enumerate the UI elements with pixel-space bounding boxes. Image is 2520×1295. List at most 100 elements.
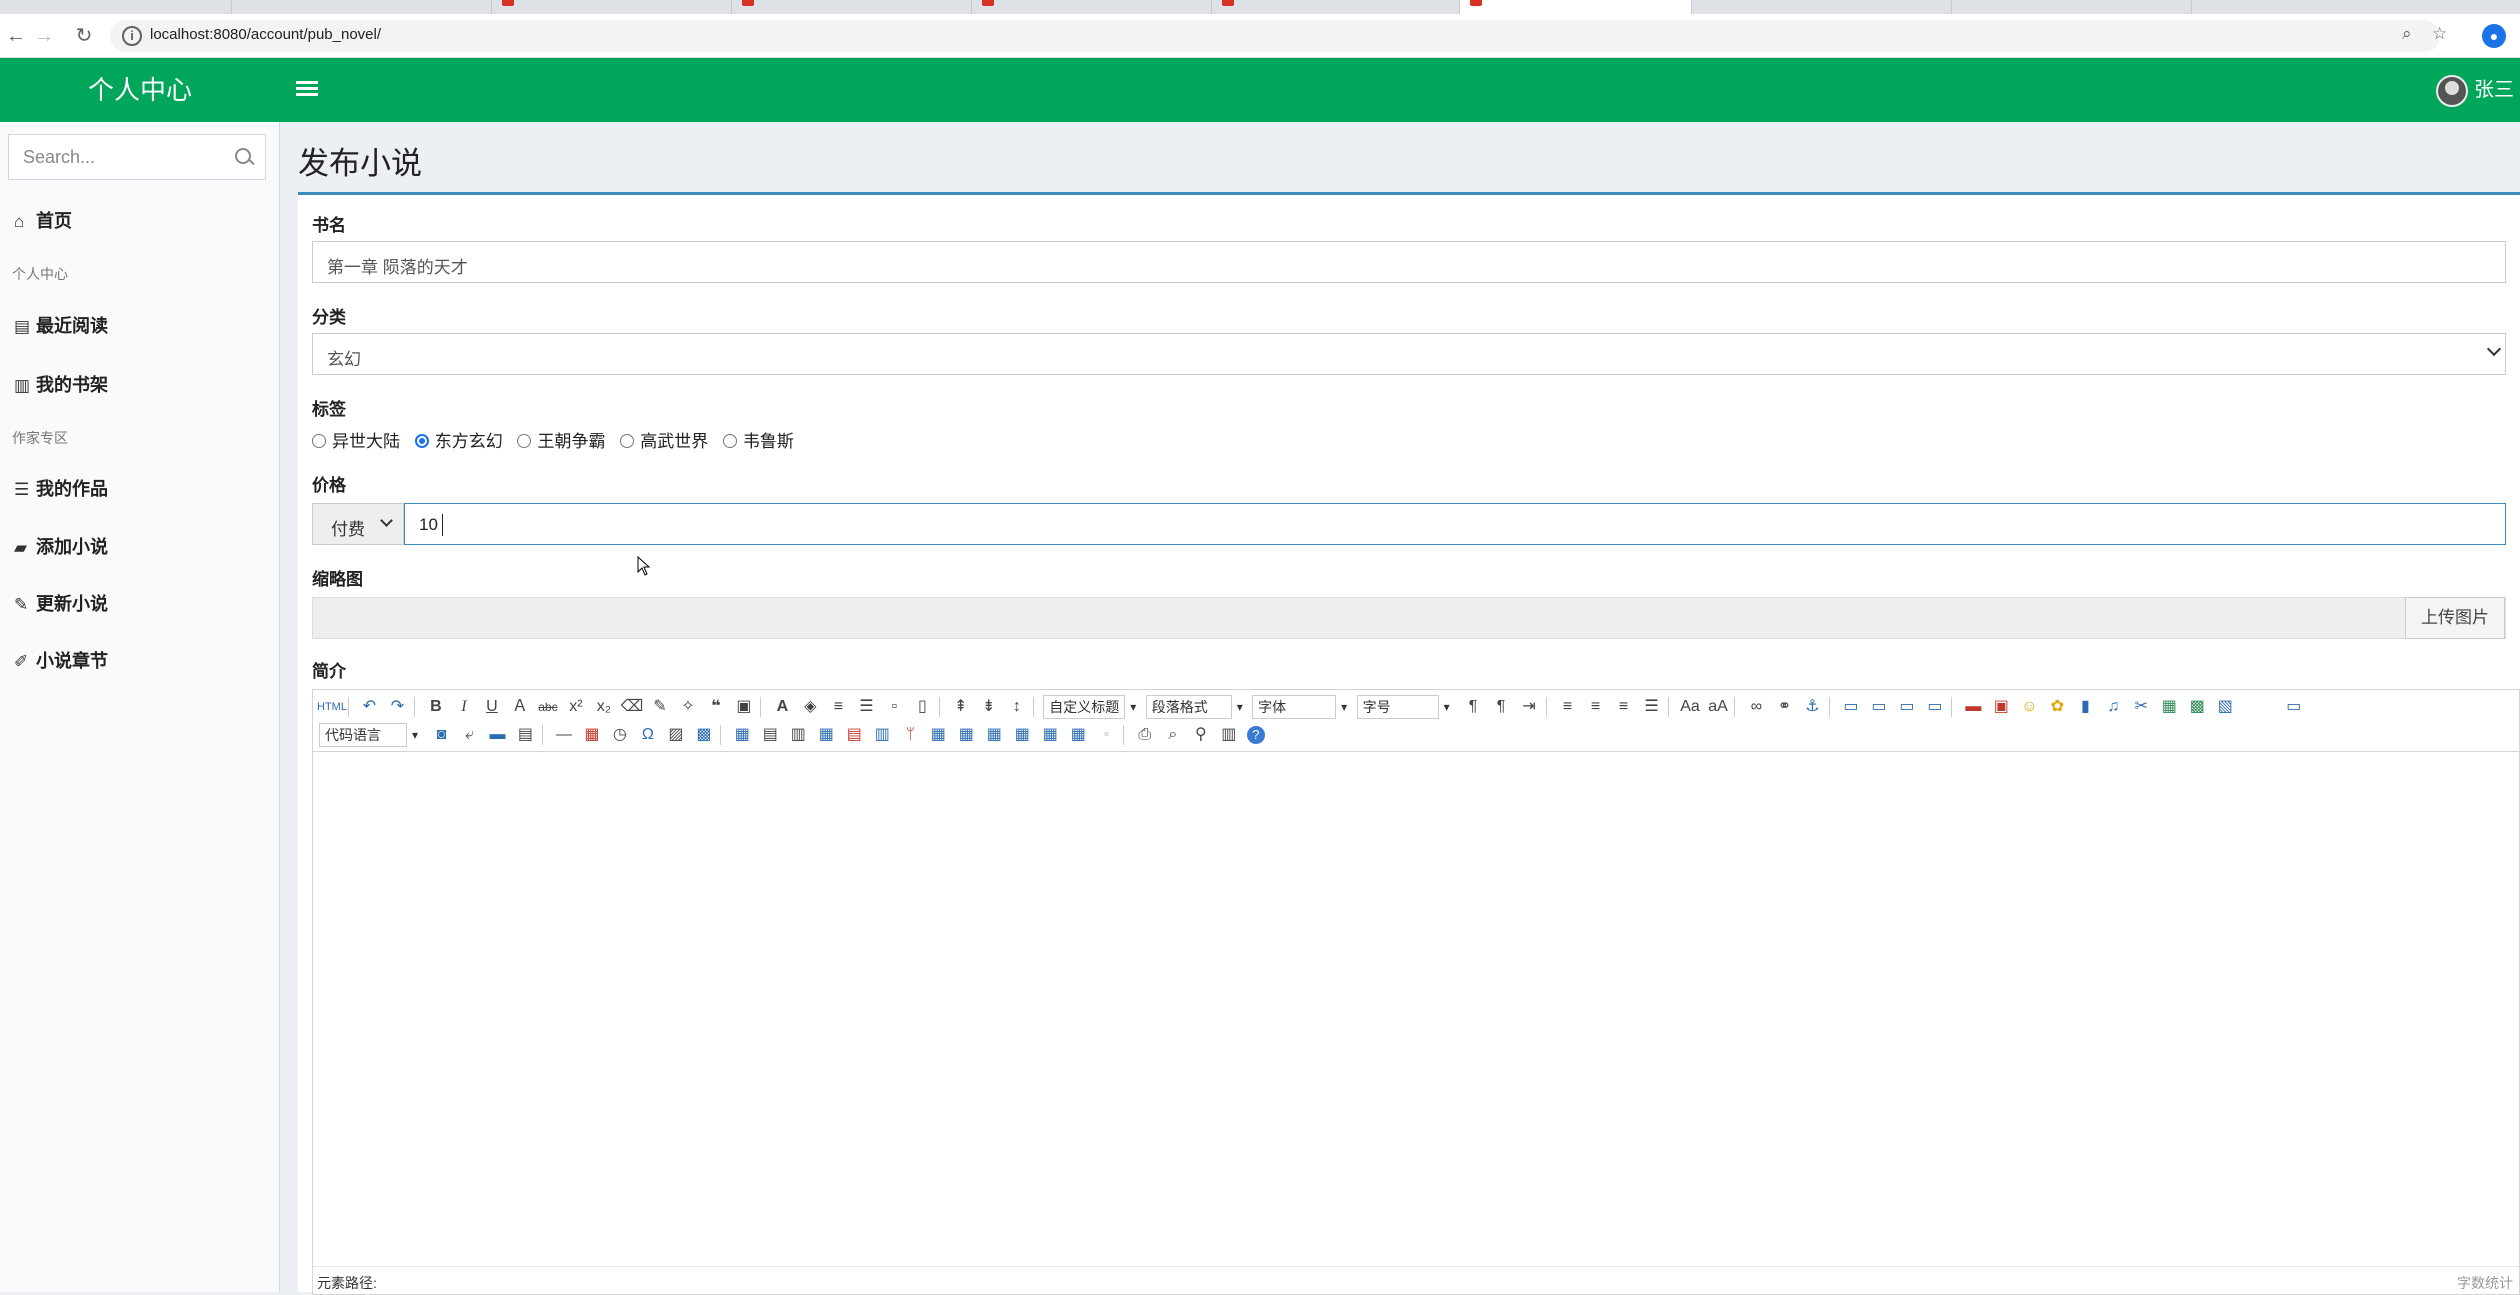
- price-type-select[interactable]: 付费: [312, 503, 404, 545]
- tag-radio[interactable]: 异世大陆: [312, 427, 400, 452]
- delete-col-icon[interactable]: ᛘ: [896, 722, 924, 748]
- scrawl-icon[interactable]: ✿: [2043, 694, 2071, 720]
- sidebar-item-my-works[interactable]: ☰ 我的作品: [14, 474, 108, 504]
- tag-radio[interactable]: 王朝争霸: [517, 427, 605, 452]
- link-icon[interactable]: ∞: [1742, 694, 1770, 720]
- upload-image-button[interactable]: 上传图片: [2405, 597, 2505, 639]
- background-color-icon[interactable]: ◈: [796, 694, 824, 720]
- unlink-icon[interactable]: ⚭: [1770, 694, 1798, 720]
- preview-icon[interactable]: ▭: [2280, 694, 2308, 720]
- lowercase-icon[interactable]: aA: [1704, 694, 1732, 720]
- split-cells-icon[interactable]: ▦: [1008, 722, 1036, 748]
- zoom-icon[interactable]: ⌕: [2402, 24, 2412, 44]
- browser-profile-icon[interactable]: ●: [2482, 24, 2506, 48]
- insert-row-icon[interactable]: ▦: [812, 722, 840, 748]
- insert-code-icon[interactable]: ◙: [427, 722, 455, 748]
- browser-tab[interactable]: [1692, 0, 1952, 14]
- bold-icon[interactable]: B: [422, 694, 450, 720]
- insert-paragraph-before-table-icon[interactable]: ▥: [784, 722, 812, 748]
- superscript-icon[interactable]: x²: [562, 694, 590, 720]
- snapscreen-icon[interactable]: ▨: [662, 722, 690, 748]
- align-center-icon[interactable]: ≡: [1582, 694, 1610, 720]
- sidebar-toggle-icon[interactable]: [296, 78, 318, 102]
- image-right-icon[interactable]: ▭: [1893, 694, 1921, 720]
- auto-typeset-icon[interactable]: ✧: [674, 694, 702, 720]
- tag-radio[interactable]: 东方玄幻: [414, 427, 503, 452]
- search-icon[interactable]: [235, 148, 251, 164]
- delete-row-icon[interactable]: ▤: [840, 722, 868, 748]
- tag-radio[interactable]: 高武世界: [620, 427, 708, 452]
- strikethrough-icon[interactable]: abc: [534, 694, 562, 720]
- template-icon[interactable]: ▤: [511, 722, 539, 748]
- radio-button[interactable]: [517, 434, 532, 448]
- sidebar-item-update-novel[interactable]: ✎ 更新小说: [14, 589, 108, 619]
- page-break-icon[interactable]: ⤶: [455, 722, 483, 748]
- format-brush-icon[interactable]: ✎: [646, 694, 674, 720]
- merge-down-icon[interactable]: ▦: [980, 722, 1008, 748]
- user-menu[interactable]: 张三: [2430, 58, 2520, 122]
- image-none-icon[interactable]: ▭: [1837, 694, 1865, 720]
- browser-tab[interactable]: [972, 0, 1212, 14]
- browser-tab[interactable]: [232, 0, 492, 14]
- anchor-icon[interactable]: ⚓: [1798, 694, 1826, 720]
- browser-tab-active[interactable]: [1460, 0, 1692, 14]
- html-source-icon[interactable]: HTML: [317, 694, 347, 720]
- horizontal-rule-icon[interactable]: —: [550, 722, 578, 748]
- paragraph-format-select[interactable]: 段落格式: [1145, 695, 1243, 719]
- sidebar-item-bookshelf[interactable]: ▥ 我的书架: [14, 370, 108, 400]
- browser-tab[interactable]: [492, 0, 732, 14]
- sidebar-item-chapters[interactable]: ✐ 小说章节: [14, 646, 108, 676]
- drafts-icon[interactable]: ▥: [1215, 722, 1243, 748]
- undo-icon[interactable]: ↶: [355, 694, 383, 720]
- ltr-icon[interactable]: ¶: [1459, 694, 1487, 720]
- browser-tab[interactable]: [1952, 0, 2192, 14]
- editor-content-area[interactable]: [313, 752, 2519, 1268]
- attachment-icon[interactable]: ✂: [2127, 694, 2155, 720]
- subscript-icon[interactable]: x₂: [590, 694, 618, 720]
- row-spacing-top-icon[interactable]: ⇞: [947, 694, 975, 720]
- category-select[interactable]: 玄幻: [312, 333, 2506, 375]
- search-replace-icon[interactable]: ⚲: [1187, 722, 1215, 748]
- print-icon[interactable]: ⎙: [1131, 722, 1159, 748]
- thumbnail-field[interactable]: 上传图片: [312, 597, 2506, 639]
- image-left-icon[interactable]: ▭: [1865, 694, 1893, 720]
- app-logo[interactable]: 个人中心: [0, 58, 280, 122]
- radio-button[interactable]: [312, 434, 326, 448]
- underline-icon[interactable]: U: [478, 694, 506, 720]
- align-left-icon[interactable]: ≡: [1554, 694, 1582, 720]
- split-rows-icon[interactable]: ▦: [1036, 722, 1064, 748]
- insert-time-icon[interactable]: ◷: [606, 722, 634, 748]
- sidebar-search-input[interactable]: Search...: [8, 134, 266, 180]
- special-chars-icon[interactable]: Ω: [634, 722, 662, 748]
- code-language-select[interactable]: 代码语言: [319, 723, 418, 747]
- preview-zoom-icon[interactable]: ⌕: [1159, 722, 1187, 748]
- emotion-icon[interactable]: ☺: [2015, 694, 2043, 720]
- unordered-list-icon[interactable]: ☰: [852, 694, 880, 720]
- url-bar[interactable]: i localhost:8080/account/pub_novel/: [110, 20, 2440, 52]
- font-size-select[interactable]: 字号: [1356, 695, 1450, 719]
- back-arrow-icon[interactable]: ←: [2, 22, 30, 50]
- clear-doc-icon[interactable]: ▯: [908, 694, 936, 720]
- merge-cells-icon[interactable]: ▦: [924, 722, 952, 748]
- sidebar-item-recent-reading[interactable]: ▤ 最近阅读: [14, 311, 108, 341]
- insert-table-icon[interactable]: ▦: [728, 722, 756, 748]
- delete-table-icon[interactable]: ▤: [756, 722, 784, 748]
- eraser-icon[interactable]: ⌫: [618, 694, 646, 720]
- align-justify-icon[interactable]: ☰: [1638, 694, 1666, 720]
- insert-image-icon[interactable]: ▣: [1987, 694, 2015, 720]
- background-icon[interactable]: ▬: [483, 722, 511, 748]
- bookmark-star-icon[interactable]: ☆: [2432, 24, 2447, 44]
- redo-icon[interactable]: ↷: [383, 694, 411, 720]
- chart-icon[interactable]: ▪: [1092, 722, 1120, 748]
- radio-button[interactable]: [620, 434, 635, 448]
- site-info-icon[interactable]: i: [122, 26, 142, 46]
- sidebar-item-add-novel[interactable]: ▰ 添加小说: [14, 532, 108, 562]
- rtl-icon[interactable]: ¶: [1487, 694, 1515, 720]
- reload-icon[interactable]: ↻: [70, 22, 98, 50]
- book-name-input[interactable]: 第一章 陨落的天才: [312, 241, 2506, 283]
- split-cols-icon[interactable]: ▦: [1064, 722, 1092, 748]
- indent-icon[interactable]: ⇥: [1515, 694, 1543, 720]
- insert-frame-icon[interactable]: ▧: [2211, 694, 2239, 720]
- wordimage-icon[interactable]: ▩: [690, 722, 718, 748]
- select-all-icon[interactable]: ▫: [880, 694, 908, 720]
